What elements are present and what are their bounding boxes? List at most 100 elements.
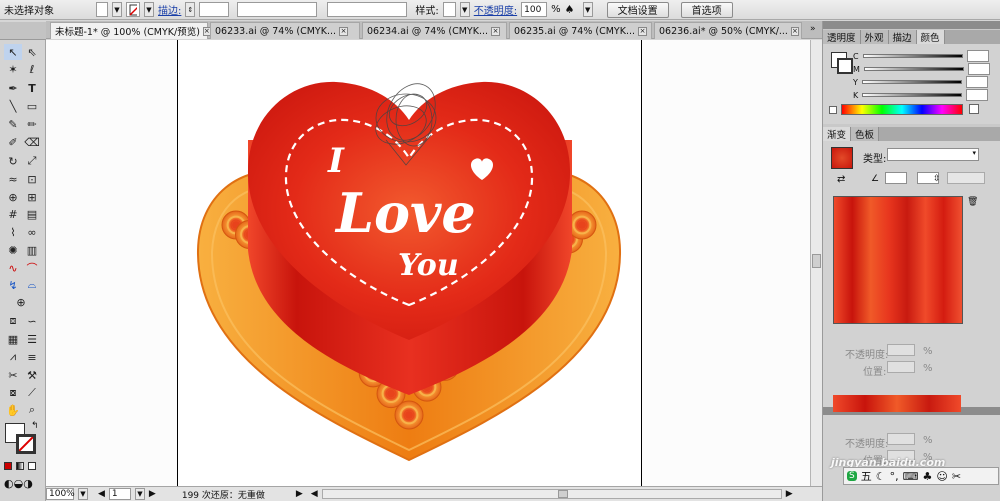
eraser-tool-icon[interactable]: ⌫ [23, 134, 41, 150]
pen-tool-icon[interactable]: ✒ [4, 80, 22, 96]
blend-tool-icon[interactable]: ∞ [23, 224, 41, 240]
aspect-ratio-icon[interactable]: ⇳ [933, 174, 941, 184]
direct-selection-tool-icon[interactable]: ⇖ [23, 44, 41, 60]
prev-artboard-icon[interactable]: ◀ [98, 489, 105, 499]
shape-builder-tool-icon[interactable]: ⊕ [4, 189, 22, 205]
vertical-scrollbar[interactable] [810, 40, 822, 486]
blue-path-tool-icon[interactable]: ↯ [4, 277, 22, 293]
slice-tool-icon[interactable]: ∽ [23, 313, 41, 329]
color-spectrum[interactable] [841, 104, 963, 115]
scrollbar-thumb[interactable] [812, 254, 821, 268]
aspect-value-field[interactable] [947, 172, 985, 184]
tab-stroke[interactable]: 描边 [888, 30, 917, 44]
y-value-field[interactable] [965, 76, 988, 88]
stroke-weight-spin[interactable]: ⇕ [185, 2, 196, 17]
rectangle-tool-icon[interactable]: ▭ [23, 98, 41, 114]
swap-fill-stroke-icon[interactable]: ↰ [31, 421, 39, 431]
line-tool-icon[interactable]: ╲ [4, 98, 22, 114]
style-dropdown[interactable]: ▼ [459, 2, 470, 17]
tab-gradient[interactable]: 渐变 [823, 127, 852, 141]
close-icon[interactable]: × [638, 26, 647, 36]
opacity-link[interactable]: 不透明度: [474, 2, 517, 17]
red-path-tool-icon[interactable]: ∿ [4, 260, 22, 276]
m-value-field[interactable] [967, 63, 990, 75]
stroke-swatch[interactable] [126, 2, 140, 17]
color-stroke-box[interactable] [837, 58, 853, 74]
blue-curve-tool-icon[interactable]: ⌓ [23, 277, 41, 293]
paintbrush-tool-icon[interactable]: ✎ [4, 116, 22, 132]
angle-field[interactable] [885, 172, 907, 184]
rotate-tool-icon[interactable]: ↻ [4, 153, 22, 169]
y-slider[interactable] [861, 80, 962, 84]
preferences-button[interactable]: 首选项 [680, 1, 733, 18]
tab-appearance[interactable]: 外观 [860, 30, 889, 44]
white-swatch[interactable] [969, 104, 979, 114]
moon-icon[interactable]: ☾ [876, 470, 886, 483]
hscroll-thumb[interactable] [557, 490, 568, 498]
reverse-gradient-icon[interactable]: ⇄ [837, 174, 845, 185]
column-graph-tool-icon[interactable]: ▥ [23, 242, 41, 258]
tab-06234[interactable]: 06234.ai @ 74% (CMYK... × [362, 22, 507, 39]
knife-tool-icon[interactable]: ⚒ [23, 367, 41, 383]
m-slider[interactable] [863, 67, 964, 71]
delete-stop-icon[interactable]: 🗑 [967, 197, 978, 207]
settings-icon[interactable]: ✂ [952, 470, 961, 483]
punct-icon[interactable]: °, [890, 470, 899, 483]
tab-transparency[interactable]: 透明度 [823, 30, 861, 44]
k-slider[interactable] [862, 93, 963, 97]
status-menu-icon[interactable]: ▶ [296, 489, 303, 499]
pencil-tool-icon[interactable]: ✏ [23, 116, 41, 132]
hscroll-right-icon[interactable]: ▶ [786, 489, 793, 499]
tab-untitled-1[interactable]: 未标题-1* @ 100% (CMYK/预览) × [50, 22, 211, 39]
warp-tool-icon[interactable]: ≈ [4, 171, 22, 187]
zoom-dropdown[interactable]: ▼ [78, 488, 88, 500]
close-icon[interactable]: × [339, 26, 349, 36]
none-mode-icon[interactable] [28, 462, 36, 470]
recolor-icon[interactable]: ♠ [565, 3, 579, 17]
table-tool-icon[interactable]: ▦ [4, 331, 22, 347]
stroke-weight-field[interactable] [199, 2, 230, 17]
stop-location-field[interactable] [887, 361, 915, 373]
magic-wand-tool-icon[interactable]: ✶ [4, 61, 22, 77]
brush-definition-field[interactable] [327, 2, 408, 17]
gradient-preview-swatch[interactable] [831, 147, 853, 169]
selection-tool-icon[interactable]: ↖ [4, 44, 22, 60]
fill-dropdown[interactable]: ▼ [112, 2, 122, 17]
close-icon[interactable]: × [790, 26, 799, 36]
horizontal-scrollbar[interactable] [321, 489, 782, 499]
list-tool-icon[interactable]: ☰ [23, 331, 41, 347]
opacity-field[interactable]: 100 [521, 2, 548, 17]
tab-overflow-icon[interactable]: » [810, 24, 816, 34]
ime-mode-label[interactable]: 五 [861, 468, 872, 484]
drawing-modes-icon[interactable]: ◐◒◑ [4, 477, 33, 490]
scale-tool-icon[interactable]: ⤢ [23, 153, 41, 169]
recolor-dropdown[interactable]: ▼ [582, 2, 593, 17]
type-tool-icon[interactable]: T [23, 80, 41, 96]
zoom-tool-icon[interactable]: ⌕ [23, 402, 41, 418]
artboard-number-field[interactable]: 1 [108, 488, 131, 500]
keyboard-icon[interactable]: ⌨ [903, 470, 919, 483]
tab-06235[interactable]: 06235.ai @ 74% (CMYK... × [509, 22, 652, 39]
angle-icon[interactable]: ∠ [871, 174, 879, 184]
scissors-tool-icon[interactable]: ✂ [4, 367, 22, 383]
blob-brush-tool-icon[interactable]: ✐ [4, 134, 22, 150]
ime-logo-icon[interactable]: S [847, 471, 857, 481]
free-transform-tool-icon[interactable]: ⊡ [23, 171, 41, 187]
document-setup-button[interactable]: 文档设置 [606, 1, 669, 18]
hand-tool-icon[interactable]: ✋ [4, 402, 22, 418]
align-tool-icon[interactable]: ≡ [23, 349, 41, 365]
lasso-tool-icon[interactable]: ℓ [23, 61, 41, 77]
artboard-tool-icon[interactable]: ⧈ [4, 313, 22, 329]
hscroll-left-icon[interactable]: ◀ [311, 489, 318, 499]
gradient-mode-icon[interactable] [16, 462, 24, 470]
stroke-dropdown[interactable]: ▼ [144, 2, 154, 17]
canvas-area[interactable]: I Love You [46, 40, 810, 486]
gradient-tool-icon[interactable]: ▤ [23, 206, 41, 222]
tab-swatches[interactable]: 色板 [851, 127, 880, 141]
eyedropper-tool-icon[interactable]: ⌇ [4, 224, 22, 240]
c-slider[interactable] [862, 54, 963, 58]
tab-color[interactable]: 颜色 [916, 30, 945, 44]
c-value-field[interactable] [966, 50, 989, 62]
none-swatch[interactable] [829, 106, 837, 114]
gradient-ramp-preview[interactable] [833, 196, 963, 324]
